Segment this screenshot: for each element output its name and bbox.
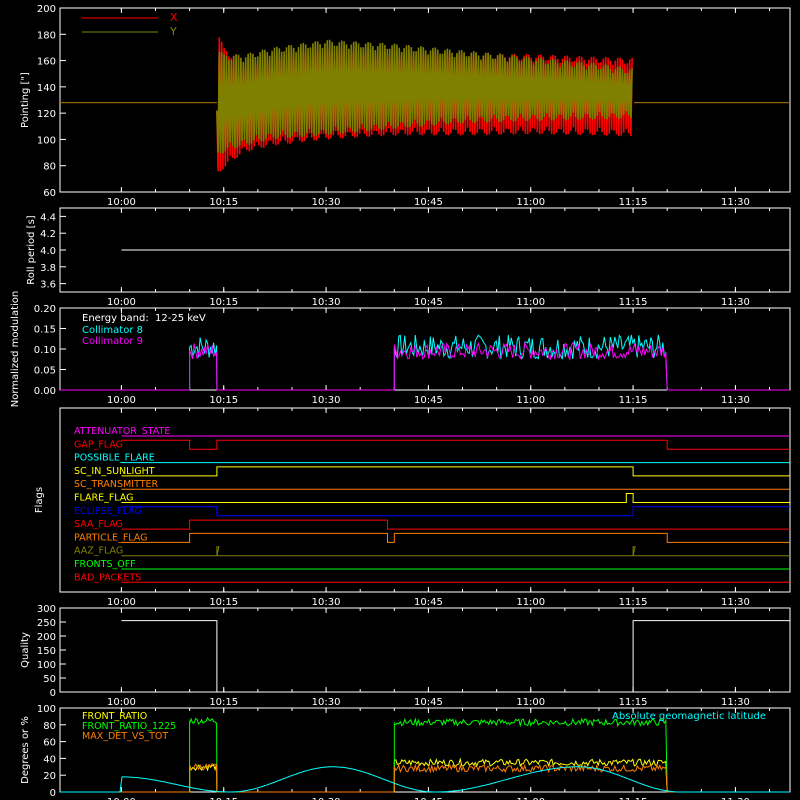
y-tick-label: 60	[43, 188, 56, 199]
flag-label: ECLIPSE_FLAG	[74, 506, 142, 517]
flag-label: SC_TRANSMITTER	[74, 479, 159, 490]
hessi-observing-summary-figure: 10:00 10:15 10:30 10:45 11:00 11:15 11:30 60 80 1…	[0, 0, 800, 800]
energy-band-label: Energy band:	[82, 313, 149, 324]
flag-label: BAD_PACKETS	[74, 572, 141, 583]
x-tick-label: 10:00	[107, 697, 136, 708]
y-tick-label: 200	[37, 4, 56, 15]
y-axis-label: Quality	[20, 632, 31, 668]
flag-label: SC_IN_SUNLIGHT	[74, 466, 155, 477]
flag-label: POSSIBLE_FLARE	[74, 453, 155, 464]
y-tick-label: 300	[37, 604, 56, 615]
y-tick-label: 80	[43, 721, 56, 732]
flag-label: GAP_FLAG	[74, 439, 123, 450]
y-tick-label: 100	[37, 135, 56, 146]
y-tick-label: 100	[37, 660, 56, 671]
y-tick-label: 150	[37, 646, 56, 657]
x-tick-label: 11:30	[721, 395, 750, 406]
x-tick-label: 10:45	[414, 697, 443, 708]
x-tick-label: 10:45	[414, 297, 443, 308]
x-tick-label: 10:30	[312, 197, 341, 208]
x-tick-label: 10:45	[414, 197, 443, 208]
y-tick-label: 0.00	[34, 386, 56, 397]
x-tick-label: 11:30	[721, 297, 750, 308]
x-tick-label: 11:00	[516, 395, 545, 406]
y-tick-label: 120	[37, 109, 56, 120]
x-tick-label: 10:15	[209, 697, 238, 708]
x-tick-label: 11:30	[721, 697, 750, 708]
x-tick-label: 10:00	[107, 297, 136, 308]
y-tick-label: 0	[50, 688, 56, 699]
y-axis-label: Pointing ["]	[20, 72, 31, 128]
y-axis-label: Roll period [s]	[26, 215, 37, 284]
flag-label: PARTICLE_FLAG	[74, 532, 147, 543]
y-tick-label: 0.05	[34, 366, 56, 377]
flag-label: AAZ_FLAG	[74, 546, 123, 557]
x-tick-label: 10:45	[414, 597, 443, 608]
legend-entry: Collimator 8	[82, 325, 143, 336]
x-tick-label: 10:00	[107, 197, 136, 208]
y-tick-label: 40	[43, 754, 56, 765]
y-tick-label: 0.10	[34, 345, 56, 356]
x-tick-label: 10:30	[312, 697, 341, 708]
energy-band-value: 12-25 keV	[155, 313, 206, 324]
y-tick-label: 4.4	[40, 212, 56, 223]
y-axis-label: Normalized modulation	[10, 291, 21, 408]
x-tick-label: 11:00	[516, 197, 545, 208]
legend-entry: X	[170, 11, 178, 24]
y-tick-label: 160	[37, 57, 56, 68]
legend-entry: Y	[169, 25, 177, 38]
y-tick-label: 50	[43, 674, 56, 685]
y-tick-label: 140	[37, 83, 56, 94]
y-axis-label: Flags	[34, 487, 45, 513]
y-tick-label: 0.20	[34, 304, 56, 315]
y-tick-label: 0.15	[34, 325, 56, 336]
x-tick-label: 10:45	[414, 395, 443, 406]
y-tick-label: 0	[50, 788, 56, 799]
x-tick-label: 11:15	[619, 395, 648, 406]
x-tick-label: 10:15	[209, 197, 238, 208]
x-tick-label: 11:15	[619, 697, 648, 708]
y-tick-label: 80	[43, 162, 56, 173]
y-tick-label: 250	[37, 618, 56, 629]
x-tick-label: 11:00	[516, 697, 545, 708]
x-tick-label: 11:30	[721, 597, 750, 608]
y-tick-label: 3.8	[40, 263, 56, 274]
x-tick-label: 10:30	[312, 395, 341, 406]
x-tick-label: 10:30	[312, 597, 341, 608]
y-tick-label: 4.0	[40, 246, 56, 257]
x-tick-label: 11:15	[619, 297, 648, 308]
y-tick-label: 60	[43, 738, 56, 749]
x-tick-label: 10:15	[209, 395, 238, 406]
x-tick-label: 10:15	[209, 597, 238, 608]
flag-label: FLARE_FLAG	[74, 493, 134, 504]
y-tick-label: 4.2	[40, 229, 56, 240]
y-tick-label: 100	[37, 704, 56, 715]
legend-entry: MAX_DET_VS_TOT	[82, 731, 168, 742]
y-tick-label: 200	[37, 632, 56, 643]
x-tick-label: 11:15	[619, 197, 648, 208]
y-tick-label: 180	[37, 30, 56, 41]
flag-label: FRONTS_OFF	[74, 559, 136, 570]
x-tick-label: 11:00	[516, 297, 545, 308]
legend-entry: Collimator 9	[82, 336, 143, 347]
x-tick-label: 10:00	[107, 597, 136, 608]
flag-label: ATTENUATOR_STATE	[74, 426, 170, 437]
x-tick-label: 11:15	[619, 597, 648, 608]
x-tick-label: 11:00	[516, 597, 545, 608]
y-axis-label: Degrees or %	[20, 716, 31, 784]
legend-entry: Absolute geomagnetic latitude	[612, 711, 766, 722]
x-tick-label: 10:00	[107, 395, 136, 406]
x-tick-label: 10:15	[209, 297, 238, 308]
flag-label: SAA_FLAG	[74, 519, 123, 530]
x-tick-label: 11:30	[721, 197, 750, 208]
y-tick-label: 3.6	[40, 280, 56, 291]
x-tick-label: 10:30	[312, 297, 341, 308]
y-tick-label: 20	[43, 771, 56, 782]
